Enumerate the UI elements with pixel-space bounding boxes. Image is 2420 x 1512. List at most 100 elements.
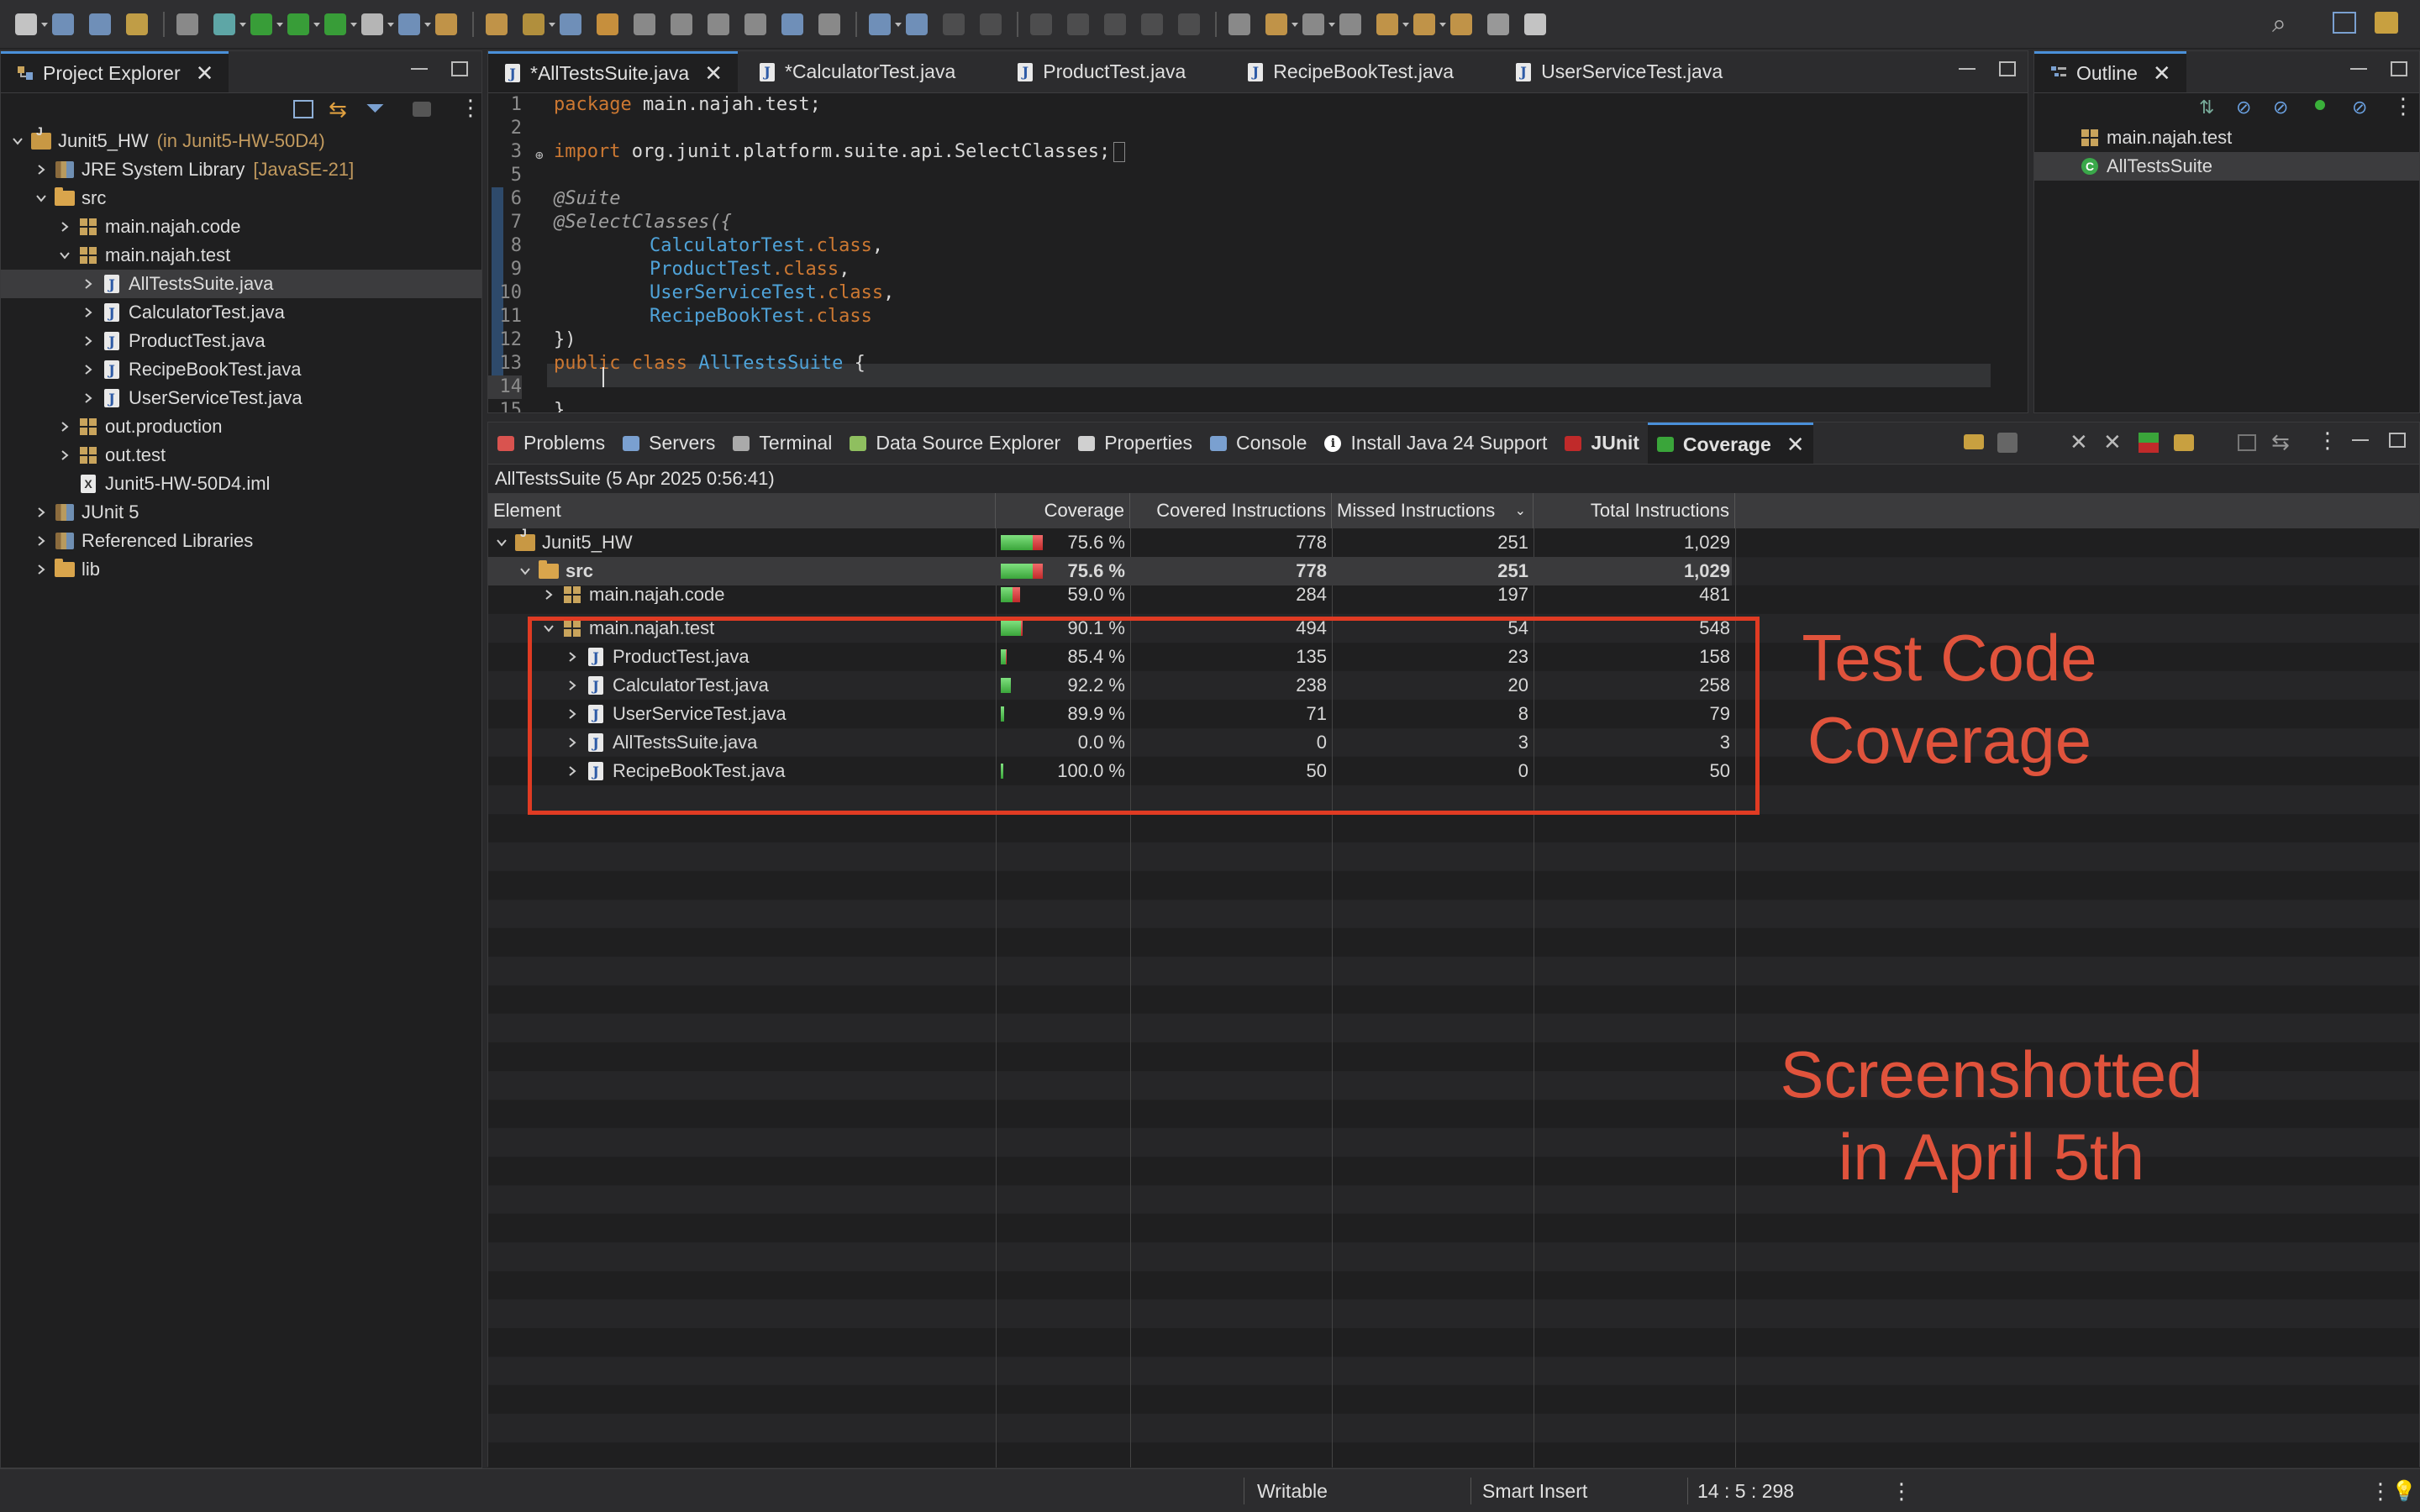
- tree-item[interactable]: J ProductTest.java: [1, 327, 481, 355]
- status-menu-icon[interactable]: ⋮: [2370, 1469, 2391, 1512]
- remove-all-sessions-icon[interactable]: ✕: [2103, 429, 2122, 455]
- tip-bulb-icon[interactable]: 💡: [2391, 1469, 2417, 1512]
- coverage-session-icon[interactable]: [1997, 433, 2018, 453]
- column-header-total[interactable]: Total Instructions: [1534, 493, 1735, 528]
- close-icon[interactable]: ✕: [196, 60, 214, 87]
- chevron-right-icon[interactable]: [78, 388, 98, 408]
- tree-item[interactable]: JRE System Library [JavaSE-21]: [1, 155, 481, 184]
- pin-icon[interactable]: [1484, 10, 1512, 39]
- last-edit-icon[interactable]: [1336, 10, 1365, 39]
- chevron-down-icon[interactable]: [515, 561, 535, 581]
- close-icon[interactable]: ✕: [704, 60, 723, 87]
- open-type-icon[interactable]: [432, 10, 460, 39]
- chevron-right-icon[interactable]: [539, 585, 559, 604]
- bottom-tab[interactable]: Coverage ✕: [1647, 423, 1813, 464]
- chevron-right-icon[interactable]: [31, 160, 51, 180]
- resume-icon[interactable]: [939, 10, 968, 39]
- chevron-right-icon[interactable]: [31, 531, 51, 551]
- hide-fields-icon[interactable]: ⊘: [2236, 97, 2251, 118]
- tree-item[interactable]: J AllTestsSuite.java: [1, 270, 481, 298]
- inspect-icon[interactable]: [902, 10, 931, 39]
- tree-item[interactable]: X Junit5-HW-50D4.iml: [1, 470, 481, 498]
- forward-icon[interactable]: [1410, 10, 1446, 39]
- run-coverage-icon[interactable]: [284, 10, 320, 39]
- maximize-button[interactable]: [1999, 61, 2016, 76]
- step-return-icon[interactable]: [1175, 10, 1203, 39]
- minimize-button[interactable]: [2352, 433, 2369, 441]
- save-icon[interactable]: [49, 10, 77, 39]
- redo-icon[interactable]: [173, 10, 202, 39]
- folded-code-marker[interactable]: [1113, 142, 1126, 162]
- search-icon[interactable]: ⌕: [2272, 10, 2286, 39]
- tree-item[interactable]: main.najah.code: [1, 213, 481, 241]
- hide-local-types-icon[interactable]: ⊘: [2352, 97, 2367, 118]
- bottom-tab[interactable]: JUnit: [1555, 423, 1648, 464]
- new-icon[interactable]: [12, 10, 48, 39]
- bottom-tab[interactable]: Problems: [488, 423, 613, 464]
- collapse-all-icon[interactable]: [2238, 434, 2256, 451]
- filter-icon[interactable]: ⏷: [366, 95, 384, 123]
- chevron-right-icon[interactable]: [55, 445, 75, 465]
- bottom-tab[interactable]: i Install Java 24 Support: [1315, 423, 1555, 464]
- debug-icon[interactable]: [210, 10, 246, 39]
- tab-project-explorer[interactable]: Project Explorer ✕: [1, 51, 229, 92]
- tree-item[interactable]: J RecipeBookTest.java: [1, 355, 481, 384]
- drop-to-frame-icon[interactable]: [1225, 10, 1254, 39]
- focus-icon[interactable]: [413, 102, 431, 117]
- bottom-tab[interactable]: Properties: [1069, 423, 1201, 464]
- chevron-right-icon[interactable]: [78, 302, 98, 323]
- bottom-tab[interactable]: Console: [1201, 423, 1315, 464]
- tree-item[interactable]: out.production: [1, 412, 481, 441]
- editor-tab[interactable]: J ProductTest.java: [1001, 51, 1201, 92]
- nav-icon[interactable]: [1447, 10, 1476, 39]
- maximize-button[interactable]: [2389, 433, 2406, 448]
- outline-item-class[interactable]: C AllTestsSuite: [2034, 152, 2419, 181]
- new-window-icon[interactable]: [1521, 10, 1549, 39]
- chevron-right-icon[interactable]: [78, 360, 98, 380]
- view-menu-icon[interactable]: ⋮: [2392, 93, 2414, 119]
- java-perspective-icon[interactable]: [2375, 12, 2398, 34]
- block-selection-icon[interactable]: [630, 10, 659, 39]
- back-icon[interactable]: [1373, 10, 1409, 39]
- undo-icon[interactable]: [123, 10, 151, 39]
- bottom-tab[interactable]: Servers: [613, 423, 723, 464]
- coverage-row[interactable]: src 75.6 % 778 251 1,029: [488, 557, 1732, 585]
- editor-tab[interactable]: J RecipeBookTest.java: [1231, 51, 1469, 92]
- maximize-button[interactable]: [451, 61, 468, 76]
- disconnect-icon[interactable]: [1064, 10, 1092, 39]
- external-tools-icon[interactable]: [321, 10, 357, 39]
- save-all-icon[interactable]: [86, 10, 114, 39]
- tree-item[interactable]: Referenced Libraries: [1, 527, 481, 555]
- tree-item[interactable]: src: [1, 184, 481, 213]
- mark-occurrences-icon[interactable]: [519, 10, 555, 39]
- close-icon[interactable]: ✕: [2153, 60, 2171, 87]
- search-icon[interactable]: [778, 10, 807, 39]
- new-class-icon[interactable]: [395, 10, 431, 39]
- pilcrow-icon[interactable]: [704, 10, 733, 39]
- sort-icon[interactable]: ⇅: [2199, 97, 2214, 118]
- step-over-icon[interactable]: [1138, 10, 1166, 39]
- step-into-icon[interactable]: [1101, 10, 1129, 39]
- link-with-editor-icon[interactable]: ⇆: [329, 97, 347, 123]
- chevron-right-icon[interactable]: [31, 502, 51, 522]
- link-with-selection-icon[interactable]: ⇆: [2271, 429, 2290, 455]
- show-whitespace-icon[interactable]: [667, 10, 696, 39]
- editor-tab[interactable]: J *AllTestsSuite.java ✕: [488, 51, 738, 92]
- tree-item[interactable]: lib: [1, 555, 481, 584]
- hide-static-icon[interactable]: ⊘: [2273, 97, 2288, 118]
- chevron-right-icon[interactable]: [55, 217, 75, 237]
- prev-annotation-icon[interactable]: [1299, 10, 1335, 39]
- minimize-button[interactable]: [1959, 61, 1975, 70]
- open-task-icon[interactable]: [482, 10, 511, 39]
- run-icon[interactable]: [247, 10, 283, 39]
- tree-item[interactable]: Junit5_HW (in Junit5-HW-50D4): [1, 124, 481, 155]
- tree-item[interactable]: out.test: [1, 441, 481, 470]
- globe-icon[interactable]: [741, 10, 770, 39]
- dump-execution-data-icon[interactable]: [2174, 434, 2194, 451]
- maximize-button[interactable]: [2391, 61, 2407, 76]
- close-icon[interactable]: ✕: [1786, 432, 1805, 458]
- open-perspective-icon[interactable]: [2333, 12, 2356, 34]
- view-menu-icon[interactable]: ⋮: [2317, 428, 2338, 454]
- merge-sessions-icon[interactable]: [2139, 433, 2159, 453]
- code-area[interactable]: 1 2 3 5 6 7 8 9 10 11 12 13 14 15 package main.najah.…: [488, 93, 2028, 412]
